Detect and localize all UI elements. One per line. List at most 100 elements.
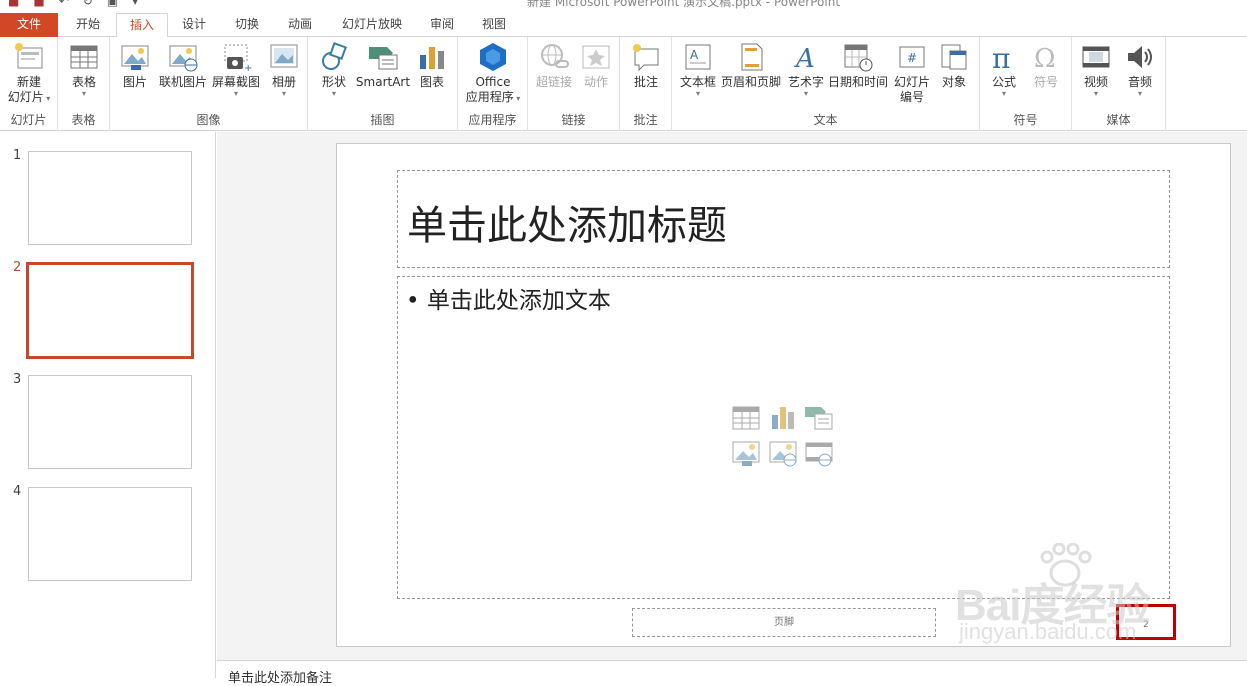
audio-button[interactable]: 音频 ▾ — [1122, 41, 1158, 98]
comment-button[interactable]: 批注 — [628, 41, 664, 90]
title-bar: ■ ■ ↶ ↻ ▣ ▾ 新建 Microsoft PowerPoint 演示文稿… — [0, 0, 1247, 10]
insert-chart-icon[interactable] — [769, 405, 797, 431]
group-label-media: 媒体 — [1106, 113, 1131, 127]
slide-number-label-1: 幻灯片 — [893, 75, 930, 89]
insert-smartart-icon[interactable] — [805, 405, 833, 431]
textbox-label: 文本框 — [679, 75, 716, 89]
table-button[interactable]: 表格 ▾ — [66, 41, 102, 98]
wordart-label: 艺术字 — [787, 75, 824, 89]
shapes-icon — [318, 41, 350, 73]
textbox-button[interactable]: A 文本框 ▾ — [676, 41, 720, 98]
online-picture-button[interactable]: 联机图片 — [156, 41, 210, 90]
content-insert-icons — [732, 405, 842, 475]
tab-slideshow[interactable]: 幻灯片放映 — [331, 13, 413, 37]
insert-video-icon[interactable] — [805, 441, 833, 467]
svg-text:Ω: Ω — [1034, 44, 1056, 73]
shapes-button[interactable]: 形状 ▾ — [314, 41, 354, 98]
undo-icon[interactable]: ↶ — [59, 0, 69, 8]
chart-icon — [416, 41, 448, 73]
online-picture-label: 联机图片 — [158, 75, 207, 89]
notes-pane[interactable]: 单击此处添加备注 — [217, 660, 1247, 686]
tab-design[interactable]: 设计 — [168, 13, 220, 37]
insert-table-icon[interactable] — [732, 405, 760, 431]
ribbon-tab-bar: 文件 开始 插入 设计 切换 动画 幻灯片放映 审阅 视图 — [0, 11, 1247, 38]
tab-insert[interactable]: 插入 — [116, 13, 168, 38]
group-links: 超链接 动作 链接 — [528, 37, 620, 131]
group-images: 图片 联机图片 + 屏幕截图 ▾ 相册 ▾ 图像 — [110, 37, 308, 131]
tab-review[interactable]: 审阅 — [416, 13, 468, 37]
header-footer-button[interactable]: 页眉和页脚 — [720, 41, 782, 90]
group-label-images: 图像 — [196, 113, 221, 127]
group-text: A 文本框 ▾ 页眉和页脚 A 艺术字 ▾ 日期和时间 # 幻灯片 编号 对象 … — [672, 37, 980, 131]
group-label-text: 文本 — [813, 113, 838, 127]
equation-label: 公式 — [991, 75, 1016, 89]
textbox-icon: A — [682, 41, 714, 73]
hyperlink-button[interactable]: 超链接 — [532, 41, 576, 90]
header-footer-icon — [735, 41, 767, 73]
photo-album-label: 相册 — [271, 75, 296, 89]
video-button[interactable]: 视频 ▾ — [1078, 41, 1114, 98]
equation-button[interactable]: π 公式 ▾ — [986, 41, 1022, 98]
smartart-icon — [367, 41, 399, 73]
new-slide-icon — [13, 41, 45, 73]
slide-number-button[interactable]: # 幻灯片 编号 — [890, 41, 934, 105]
slide-thumbnail-4[interactable] — [28, 487, 192, 581]
new-slide-button[interactable]: 新建 幻灯片 ▾ — [2, 41, 56, 105]
online-picture-icon — [167, 41, 199, 73]
table-label: 表格 — [71, 75, 96, 89]
slide-thumbnail-2[interactable] — [26, 262, 194, 359]
group-slides: 新建 幻灯片 ▾ 幻灯片 — [0, 37, 58, 131]
thumbnail-number: 4 — [13, 484, 22, 499]
slide-thumbnail-1[interactable] — [28, 151, 192, 245]
wordart-icon: A — [790, 41, 822, 74]
insert-picture-icon[interactable] — [732, 441, 760, 467]
window-title: 新建 Microsoft PowerPoint 演示文稿.pptx - Powe… — [527, 0, 841, 9]
slide-number-label-2: 编号 — [899, 90, 924, 104]
hyperlink-label: 超链接 — [535, 75, 572, 89]
action-button[interactable]: 动作 — [578, 41, 614, 90]
pi-icon: π — [988, 41, 1020, 75]
new-slide-label-2: 幻灯片 — [7, 90, 44, 104]
slide-number-placeholder[interactable]: 2 — [1116, 604, 1176, 640]
audio-label: 音频 — [1127, 75, 1152, 89]
picture-button[interactable]: 图片 — [118, 41, 152, 90]
footer-placeholder[interactable]: 页脚 — [632, 608, 936, 637]
object-button[interactable]: 对象 — [936, 41, 972, 90]
tab-file[interactable]: 文件 — [0, 13, 58, 37]
tab-animations[interactable]: 动画 — [274, 13, 326, 37]
svg-text:A: A — [690, 48, 699, 62]
office-apps-button[interactable]: Office 应用程序 ▾ — [462, 41, 524, 105]
qat-dropdown-icon[interactable]: ▾ — [132, 0, 138, 8]
new-comment-icon — [630, 41, 662, 73]
start-from-beginning-icon[interactable]: ▣ — [107, 0, 118, 8]
title-placeholder[interactable]: 单击此处添加标题 — [397, 170, 1170, 268]
smartart-button[interactable]: SmartArt — [354, 41, 412, 90]
office-apps-label-2: 应用程序 — [465, 90, 514, 104]
wordart-button[interactable]: A 艺术字 ▾ — [784, 41, 828, 98]
screenshot-button[interactable]: + 屏幕截图 ▾ — [210, 41, 262, 98]
screenshot-label: 屏幕截图 — [211, 75, 260, 89]
symbol-button[interactable]: Ω 符号 — [1028, 41, 1064, 90]
redo-icon[interactable]: ↻ — [83, 0, 93, 8]
group-label-links: 链接 — [561, 113, 586, 127]
photo-album-button[interactable]: 相册 ▾ — [266, 41, 302, 98]
chart-label: 图表 — [419, 75, 444, 89]
table-icon — [68, 41, 100, 73]
new-slide-label-1: 新建 — [16, 75, 41, 89]
tab-view[interactable]: 视图 — [468, 13, 520, 37]
group-label-apps: 应用程序 — [468, 113, 517, 127]
picture-icon — [119, 41, 151, 73]
tab-transitions[interactable]: 切换 — [221, 13, 273, 37]
insert-online-picture-icon[interactable] — [769, 441, 797, 467]
object-label: 对象 — [941, 75, 966, 89]
slide-thumbnail-3[interactable] — [28, 375, 192, 469]
chart-button[interactable]: 图表 — [414, 41, 450, 90]
quick-access-toolbar: ■ ■ ↶ ↻ ▣ ▾ — [8, 0, 138, 8]
group-comments: 批注 批注 — [620, 37, 672, 131]
calendar-icon — [842, 41, 874, 73]
save-icon[interactable]: ■ — [33, 0, 44, 8]
tab-home[interactable]: 开始 — [62, 13, 114, 37]
datetime-label: 日期和时间 — [828, 75, 889, 89]
notes-placeholder: 单击此处添加备注 — [228, 671, 333, 686]
datetime-button[interactable]: 日期和时间 — [828, 41, 888, 90]
